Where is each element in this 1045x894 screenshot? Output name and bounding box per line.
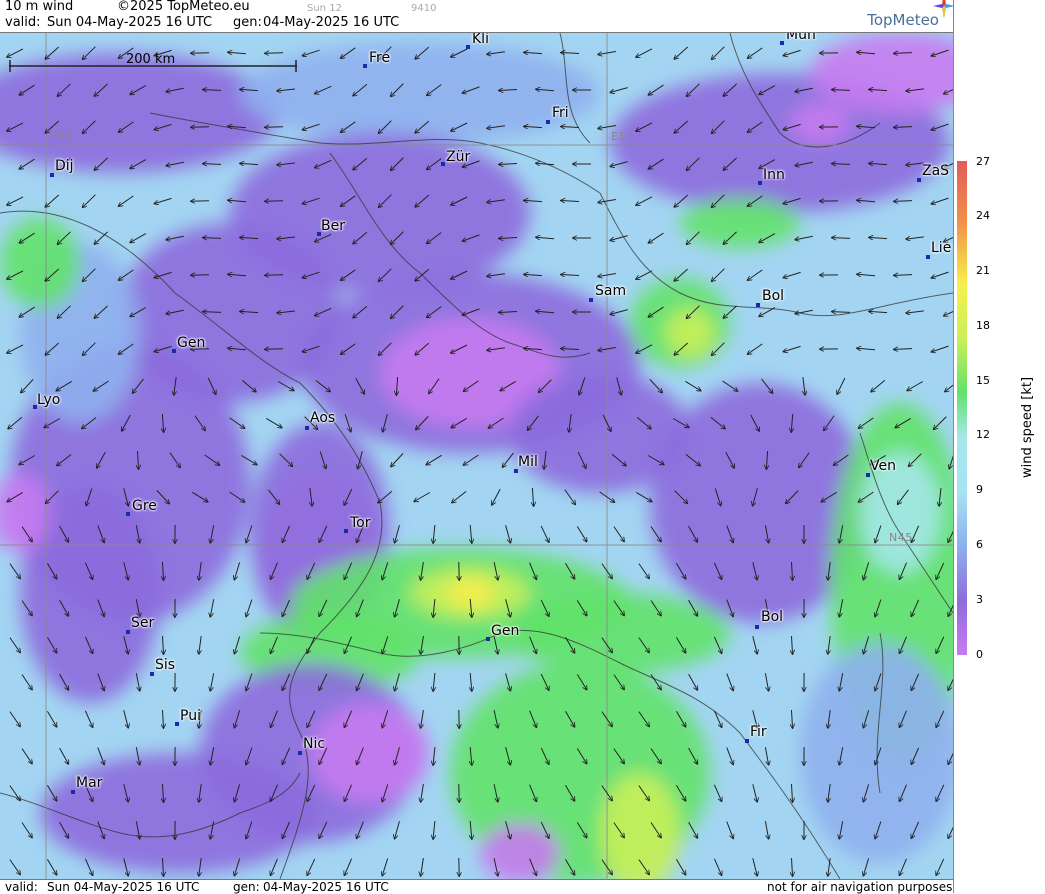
footer-gen-time: 04-May-2025 16 UTC: [263, 880, 389, 894]
city-label-mil[interactable]: Mil: [518, 454, 538, 470]
valid-label: valid:: [5, 15, 41, 30]
wind-arrow: [265, 53, 283, 54]
faint-code-1: Sun 12: [307, 3, 342, 14]
city-label-ser[interactable]: Ser: [131, 615, 154, 631]
city-marker: [441, 162, 445, 166]
city-marker: [363, 64, 367, 68]
city-label-mar[interactable]: Mar: [76, 775, 102, 791]
city-marker: [546, 120, 550, 124]
city-label-gre[interactable]: Gre: [132, 498, 157, 514]
faint-code-2: 9410: [411, 3, 436, 14]
map-footer: valid: Sun 04-May-2025 16 UTC gen: 04-Ma…: [0, 879, 953, 894]
city-label-ven[interactable]: Ven: [870, 458, 896, 474]
legend-tick: 0: [976, 648, 983, 661]
footer-valid-label: valid:: [5, 880, 38, 894]
city-label-zur[interactable]: Zür: [446, 149, 470, 165]
city-label-mun[interactable]: Mün: [786, 33, 816, 43]
wind-arrow: [265, 349, 283, 350]
wind-speed-field: [0, 33, 953, 879]
gen-label: gen:: [233, 15, 262, 30]
legend-tick: 6: [976, 538, 983, 551]
city-label-lyo[interactable]: Lyo: [37, 392, 60, 408]
city-label-aos[interactable]: Aos: [310, 410, 335, 426]
valid-time: Sun 04-May-2025 16 UTC: [47, 15, 212, 30]
city-marker: [305, 426, 309, 430]
footer-disclaimer: not for air navigation purposes: [767, 880, 952, 894]
city-marker: [758, 181, 762, 185]
city-marker: [926, 255, 930, 259]
city-marker: [126, 630, 130, 634]
city-label-kli[interactable]: Kli: [472, 33, 489, 47]
legend-color-bar: [957, 161, 967, 655]
topmeteo-logo: TopMeteo: [867, 11, 939, 29]
city-label-sam[interactable]: Sam: [595, 283, 626, 299]
city-label-ber[interactable]: Ber: [321, 218, 345, 234]
grid-label-n45: N45: [889, 531, 913, 544]
city-marker: [745, 739, 749, 743]
city-label-bol-south[interactable]: Bol: [761, 609, 783, 625]
copyright-text: ©2025 TopMeteo.eu: [117, 0, 250, 14]
city-label-fre[interactable]: Fre: [369, 50, 390, 66]
city-marker: [50, 173, 54, 177]
product-title: 10 m wind: [5, 0, 73, 14]
city-marker: [917, 178, 921, 182]
city-label-fir[interactable]: Fir: [750, 724, 767, 740]
city-marker: [486, 637, 490, 641]
legend-tick: 3: [976, 593, 983, 606]
wind-speed-legend: 27 24 21 18 15 12 9 6 3 0 wind speed [kt…: [953, 0, 1045, 893]
wind-arrow: [265, 275, 283, 276]
city-marker: [756, 303, 760, 307]
city-label-gen-south[interactable]: Gen: [491, 623, 519, 639]
legend-tick: 18: [976, 319, 990, 332]
city-marker: [150, 672, 154, 676]
city-label-pui[interactable]: Pui: [180, 708, 201, 724]
scale-label: 200 km: [126, 52, 175, 67]
legend-tick: 24: [976, 209, 990, 222]
city-marker: [780, 41, 784, 45]
wind-arrow: [265, 127, 283, 128]
city-label-bol-north[interactable]: Bol: [762, 288, 784, 304]
city-label-inn[interactable]: Inn: [763, 167, 785, 183]
city-marker: [126, 512, 130, 516]
city-label-zas[interactable]: ZaS: [922, 163, 949, 179]
grid-label-e10: E10: [611, 130, 633, 143]
city-marker: [755, 625, 759, 629]
city-label-nic[interactable]: Nic: [303, 736, 325, 752]
city-marker: [466, 45, 470, 49]
legend-tick: 15: [976, 374, 990, 387]
wind-arrow: [265, 201, 283, 202]
legend-tick: 12: [976, 428, 990, 441]
city-label-fri[interactable]: Fri: [552, 105, 569, 121]
footer-gen-label: gen:: [233, 880, 260, 894]
city-marker: [175, 722, 179, 726]
city-marker: [298, 751, 302, 755]
legend-title: wind speed [kt]: [1020, 377, 1035, 478]
city-marker: [172, 349, 176, 353]
footer-valid-time: Sun 04-May-2025 16 UTC: [47, 880, 199, 894]
legend-tick: 9: [976, 483, 983, 496]
city-marker: [71, 790, 75, 794]
city-label-gen-west[interactable]: Gen: [177, 335, 205, 351]
legend-tick: 27: [976, 155, 990, 168]
city-label-dij[interactable]: Dij: [55, 158, 74, 174]
topmeteo-star-icon: [933, 0, 955, 19]
city-label-sis[interactable]: Sis: [155, 657, 175, 673]
map-header: 10 m wind ©2025 TopMeteo.eu Sun 12 9410 …: [0, 0, 953, 33]
city-marker: [344, 529, 348, 533]
grid-label-e05: E05: [50, 130, 72, 143]
city-label-lie[interactable]: Lie: [931, 240, 951, 256]
city-label-tor[interactable]: Tor: [350, 515, 371, 531]
wind-map[interactable]: 200 km E05 E10 N45 Kli Mün Fre Fri Dij Z…: [0, 33, 953, 879]
city-marker: [589, 298, 593, 302]
legend-tick: 21: [976, 264, 990, 277]
gen-time: 04-May-2025 16 UTC: [263, 15, 399, 30]
